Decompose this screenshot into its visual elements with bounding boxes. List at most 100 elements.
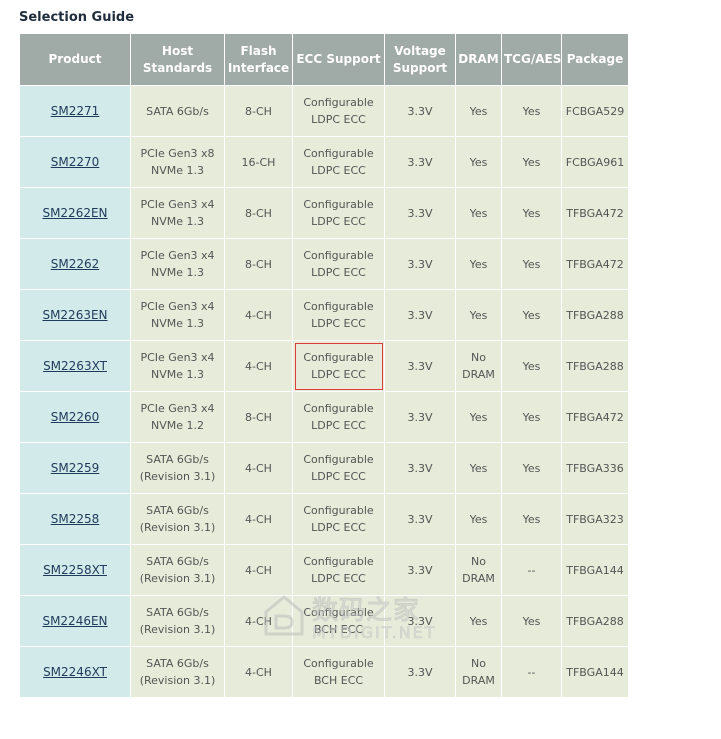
cell-flash: 4-CH: [224, 646, 293, 698]
cell-tcg: Yes: [501, 595, 562, 647]
cell-package: FCBGA529: [561, 85, 629, 137]
cell-package: TFBGA144: [561, 544, 629, 596]
product-link[interactable]: SM2262EN: [42, 206, 107, 220]
cell-dram: Yes: [455, 391, 502, 443]
cell-product: SM2246XT: [19, 646, 131, 698]
product-link[interactable]: SM2246XT: [43, 665, 107, 679]
cell-dram: Yes: [455, 595, 502, 647]
cell-tcg: Yes: [501, 136, 562, 188]
cell-product: SM2263EN: [19, 289, 131, 341]
cell-tcg: Yes: [501, 493, 562, 545]
cell-voltage: 3.3V: [384, 544, 456, 596]
cell-host: SATA 6Gb/s (Revision 3.1): [130, 442, 225, 494]
cell-flash: 4-CH: [224, 595, 293, 647]
cell-host: SATA 6Gb/s (Revision 3.1): [130, 493, 225, 545]
cell-host: PCIe Gen3 x4 NVMe 1.3: [130, 238, 225, 290]
product-link[interactable]: SM2271: [51, 104, 100, 118]
table-row: SM2262 PCIe Gen3 x4 NVMe 1.3 8-CH Configurab…: [19, 238, 629, 290]
cell-product: SM2271: [19, 85, 131, 137]
cell-dram: Yes: [455, 238, 502, 290]
product-link[interactable]: SM2270: [51, 155, 100, 169]
product-link[interactable]: SM2262: [51, 257, 100, 271]
cell-host: SATA 6Gb/s (Revision 3.1): [130, 646, 225, 698]
product-link[interactable]: SM2258: [51, 512, 100, 526]
header-product: Product: [19, 33, 131, 86]
cell-host: SATA 6Gb/s: [130, 85, 225, 137]
table-row: SM2263XT PCIe Gen3 x4 NVMe 1.3 4-CH Configur…: [19, 340, 629, 392]
cell-tcg: --: [501, 544, 562, 596]
cell-package: TFBGA288: [561, 289, 629, 341]
cell-dram: No DRAM: [455, 340, 502, 392]
section-title: Selection Guide: [19, 10, 135, 25]
cell-tcg: Yes: [501, 391, 562, 443]
cell-ecc: Configurable LDPC ECC: [292, 391, 385, 443]
cell-dram: Yes: [455, 187, 502, 239]
cell-tcg: Yes: [501, 289, 562, 341]
header-host-standards: Host Standards: [130, 33, 225, 86]
cell-dram: Yes: [455, 289, 502, 341]
cell-flash: 4-CH: [224, 340, 293, 392]
product-link[interactable]: SM2263XT: [43, 359, 107, 373]
cell-voltage: 3.3V: [384, 136, 456, 188]
cell-tcg: --: [501, 646, 562, 698]
header-voltage-support: Voltage Support: [384, 33, 456, 86]
cell-voltage: 3.3V: [384, 340, 456, 392]
header-dram: DRAM: [455, 33, 502, 86]
cell-ecc: Configurable LDPC ECC: [292, 544, 385, 596]
table-row: SM2263EN PCIe Gen3 x4 NVMe 1.3 4-CH Configur…: [19, 289, 629, 341]
cell-package: TFBGA472: [561, 238, 629, 290]
cell-package: TFBGA288: [561, 340, 629, 392]
table-row: SM2271 SATA 6Gb/s 8-CH Configurable LDPC ECC…: [19, 85, 629, 137]
product-link[interactable]: SM2263EN: [42, 308, 107, 322]
cell-dram: Yes: [455, 136, 502, 188]
cell-package: TFBGA472: [561, 187, 629, 239]
table-row: SM2258XT SATA 6Gb/s (Revision 3.1) 4-CH Conf…: [19, 544, 629, 596]
cell-voltage: 3.3V: [384, 442, 456, 494]
product-link[interactable]: SM2246EN: [42, 614, 107, 628]
cell-flash: 4-CH: [224, 544, 293, 596]
table-row: SM2270 PCIe Gen3 x8 NVMe 1.3 16-CH Configura…: [19, 136, 629, 188]
cell-voltage: 3.3V: [384, 85, 456, 137]
selection-guide-table: Product Host Standards Flash Interface ECC…: [19, 33, 629, 698]
cell-ecc: Configurable BCH ECC: [292, 646, 385, 698]
product-link[interactable]: SM2258XT: [43, 563, 107, 577]
cell-host: SATA 6Gb/s (Revision 3.1): [130, 595, 225, 647]
cell-product: SM2258XT: [19, 544, 131, 596]
cell-product: SM2258: [19, 493, 131, 545]
header-package: Package: [561, 33, 629, 86]
cell-voltage: 3.3V: [384, 187, 456, 239]
table-row: SM2262EN PCIe Gen3 x4 NVMe 1.3 8-CH Configur…: [19, 187, 629, 239]
cell-flash: 4-CH: [224, 289, 293, 341]
cell-voltage: 3.3V: [384, 595, 456, 647]
cell-tcg: Yes: [501, 238, 562, 290]
cell-ecc: Configurable LDPC ECC: [292, 289, 385, 341]
cell-voltage: 3.3V: [384, 289, 456, 341]
product-link[interactable]: SM2259: [51, 461, 100, 475]
cell-ecc: Configurable LDPC ECC: [292, 442, 385, 494]
table-row: SM2258 SATA 6Gb/s (Revision 3.1) 4-CH Config…: [19, 493, 629, 545]
cell-package: TFBGA144: [561, 646, 629, 698]
cell-product: SM2270: [19, 136, 131, 188]
cell-ecc: Configurable LDPC ECC: [292, 340, 385, 392]
cell-host: PCIe Gen3 x4 NVMe 1.3: [130, 340, 225, 392]
cell-voltage: 3.3V: [384, 493, 456, 545]
table-row: SM2259 SATA 6Gb/s (Revision 3.1) 4-CH Config…: [19, 442, 629, 494]
cell-tcg: Yes: [501, 442, 562, 494]
cell-product: SM2262EN: [19, 187, 131, 239]
cell-host: SATA 6Gb/s (Revision 3.1): [130, 544, 225, 596]
table-row: SM2246XT SATA 6Gb/s (Revision 3.1) 4-CH Conf…: [19, 646, 629, 698]
cell-flash: 8-CH: [224, 187, 293, 239]
cell-product: SM2262: [19, 238, 131, 290]
cell-product: SM2246EN: [19, 595, 131, 647]
cell-product: SM2263XT: [19, 340, 131, 392]
cell-package: TFBGA288: [561, 595, 629, 647]
cell-ecc: Configurable LDPC ECC: [292, 136, 385, 188]
cell-flash: 4-CH: [224, 442, 293, 494]
table-row: SM2246EN SATA 6Gb/s (Revision 3.1) 4-CH Conf…: [19, 595, 629, 647]
product-link[interactable]: SM2260: [51, 410, 100, 424]
cell-ecc: Configurable LDPC ECC: [292, 187, 385, 239]
cell-ecc: Configurable BCH ECC: [292, 595, 385, 647]
cell-dram: Yes: [455, 442, 502, 494]
cell-dram: No DRAM: [455, 646, 502, 698]
header-flash-interface: Flash Interface: [224, 33, 293, 86]
